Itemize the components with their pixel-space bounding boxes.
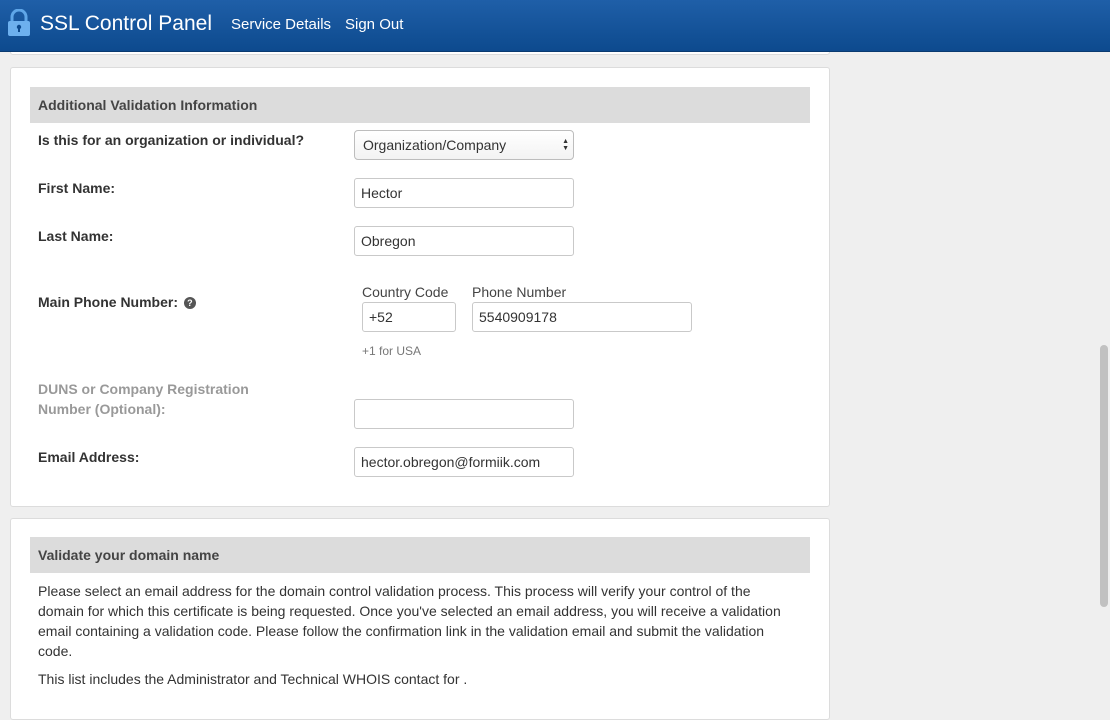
phone-number-label: Phone Number <box>472 284 567 300</box>
help-icon[interactable]: ? <box>183 297 196 309</box>
scrollbar-thumb[interactable] <box>1100 345 1108 607</box>
top-navbar: SSL Control Panel Service Details Sign O… <box>0 0 1110 52</box>
section-heading: Additional Validation Information <box>30 87 810 123</box>
domain-section-heading: Validate your domain name <box>30 537 810 573</box>
nav-sign-out[interactable]: Sign Out <box>345 16 403 34</box>
org-type-selected: Organization/Company <box>363 137 507 153</box>
app-title[interactable]: SSL Control Panel <box>40 11 212 37</box>
last-name-label: Last Name: <box>38 228 114 244</box>
first-name-input[interactable]: Hector <box>354 178 574 208</box>
last-name-input[interactable]: Obregon <box>354 226 574 256</box>
phone-label-text: Main Phone Number: <box>38 294 179 310</box>
validation-panel: Additional Validation Information Is thi… <box>10 67 830 507</box>
duns-label-line1: DUNS or Company Registration <box>38 381 249 397</box>
duns-input[interactable] <box>354 399 574 429</box>
lock-icon <box>8 9 30 36</box>
org-question-label: Is this for an organization or individua… <box>38 132 305 148</box>
org-type-select[interactable]: Organization/Company ▲ ▼ <box>354 130 574 160</box>
email-input[interactable]: hector.obregon@formiik.com <box>354 447 574 477</box>
scrollbar[interactable] <box>1098 51 1110 697</box>
duns-label-line2: Number (Optional): <box>38 401 166 417</box>
whois-note: This list includes the Administrator and… <box>38 671 468 687</box>
nav-service-details[interactable]: Service Details <box>231 16 331 34</box>
select-arrows-icon: ▲ ▼ <box>562 138 569 152</box>
phone-label: Main Phone Number: ? <box>38 292 196 312</box>
email-label: Email Address: <box>38 449 140 465</box>
country-code-label: Country Code <box>362 284 449 300</box>
country-code-input[interactable]: +52 <box>362 302 456 332</box>
usa-hint: +1 for USA <box>362 344 422 358</box>
domain-validation-panel: Validate your domain name Please select … <box>10 518 830 720</box>
domain-instructions: Please select an email address for the d… <box>38 583 781 659</box>
duns-label: DUNS or Company Registration Number (Opt… <box>38 379 249 419</box>
phone-number-input[interactable]: 5540909178 <box>472 302 692 332</box>
first-name-label: First Name: <box>38 180 116 196</box>
